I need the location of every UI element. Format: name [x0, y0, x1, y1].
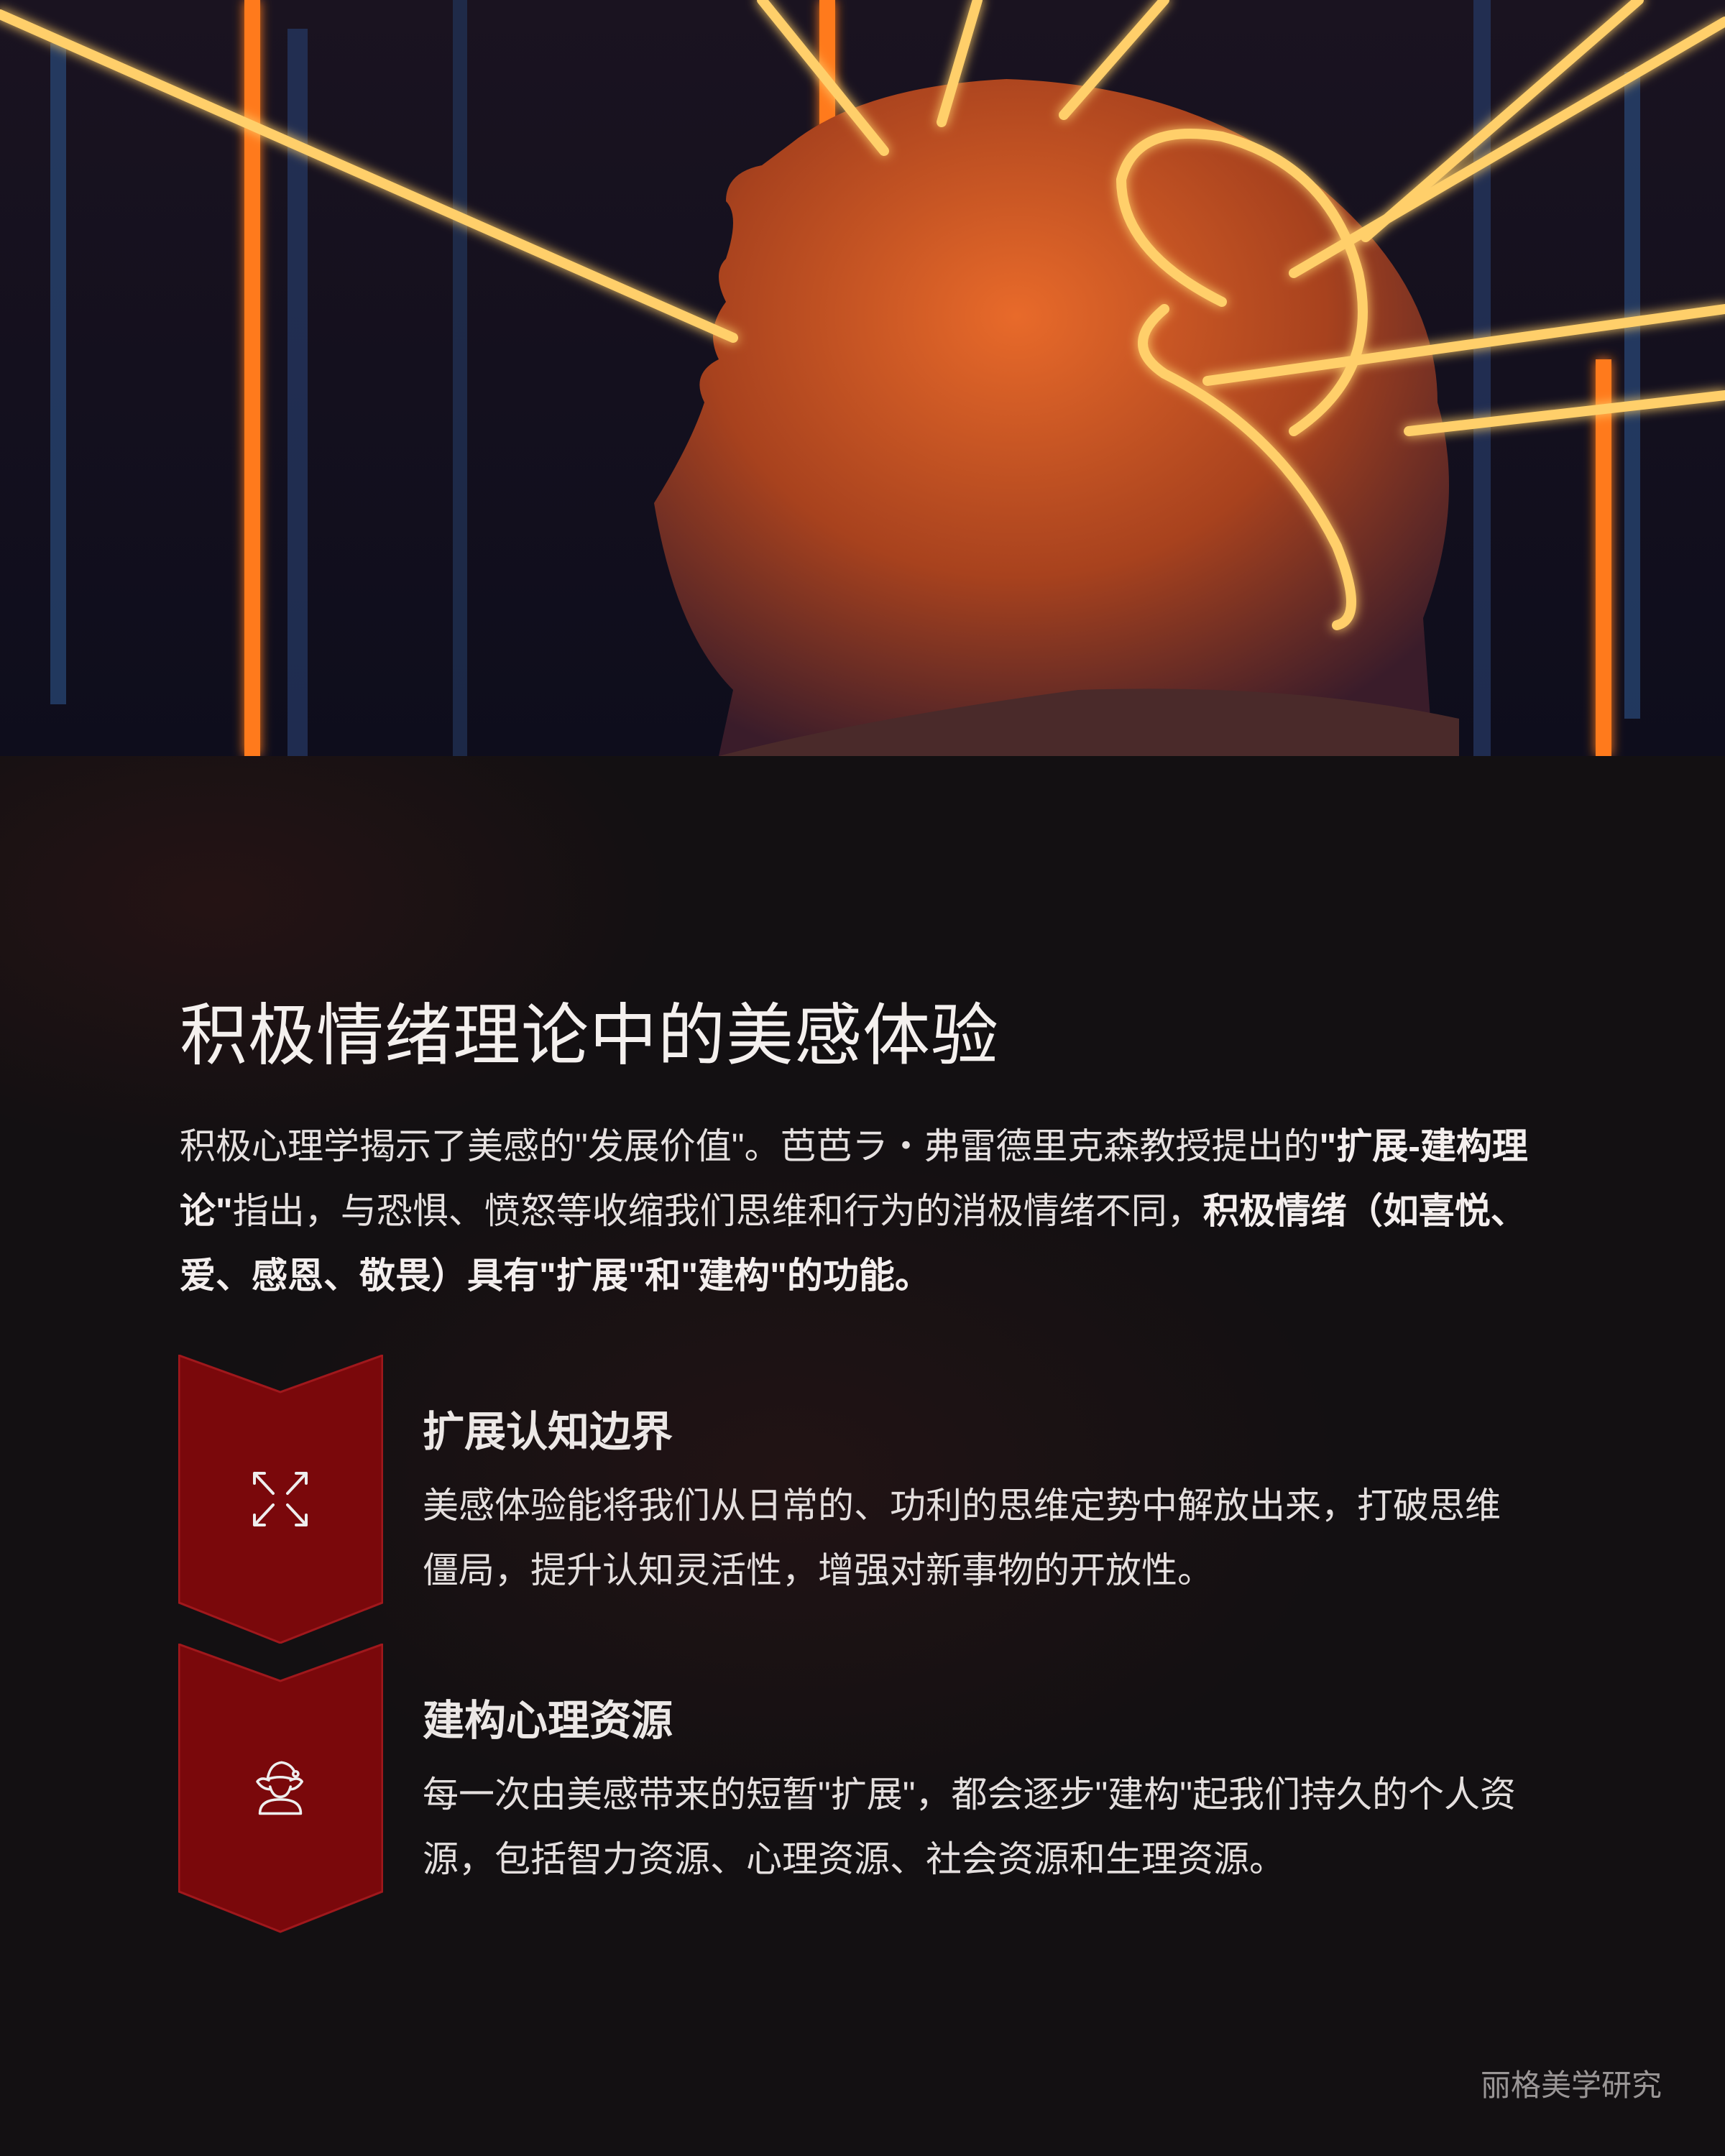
expand-arrows-icon	[253, 1472, 308, 1526]
elf-person-icon	[256, 1761, 303, 1815]
intro-paragraph: 积极心理学揭示了美感的"发展价值"。芭芭ラ・弗雷德里克森教授提出的"扩展-建构理…	[180, 1114, 1545, 1308]
card-expand	[178, 1355, 383, 1644]
card-body-expand: 美感体验能将我们从日常的、功利的思维定势中解放出来，打破思维僵局，提升认知灵活性…	[423, 1485, 1501, 1590]
footer-brand: 丽格美学研究	[1481, 2068, 1662, 2102]
intro-text-2: 指出，与恐惧、愤怒等收缩我们思维和行为的消极情绪不同，	[232, 1191, 1203, 1231]
card-title-expand: 扩展认知边界	[423, 1409, 673, 1455]
intro-text-1: 积极心理学揭示了美感的"发展价值"。芭芭ラ・弗雷德里克森教授提出的	[180, 1126, 1320, 1166]
hero-image	[0, 0, 1725, 756]
hero-illustration	[0, 0, 1725, 756]
page-title: 积极情绪理论中的美感体验	[180, 998, 1000, 1073]
card-title-build: 建构心理资源	[423, 1697, 673, 1744]
card-body-build: 每一次由美感带来的短暂"扩展"，都会逐步"建构"起我们持久的个人资源，包括智力资…	[423, 1774, 1516, 1879]
card-build	[178, 1644, 383, 1933]
